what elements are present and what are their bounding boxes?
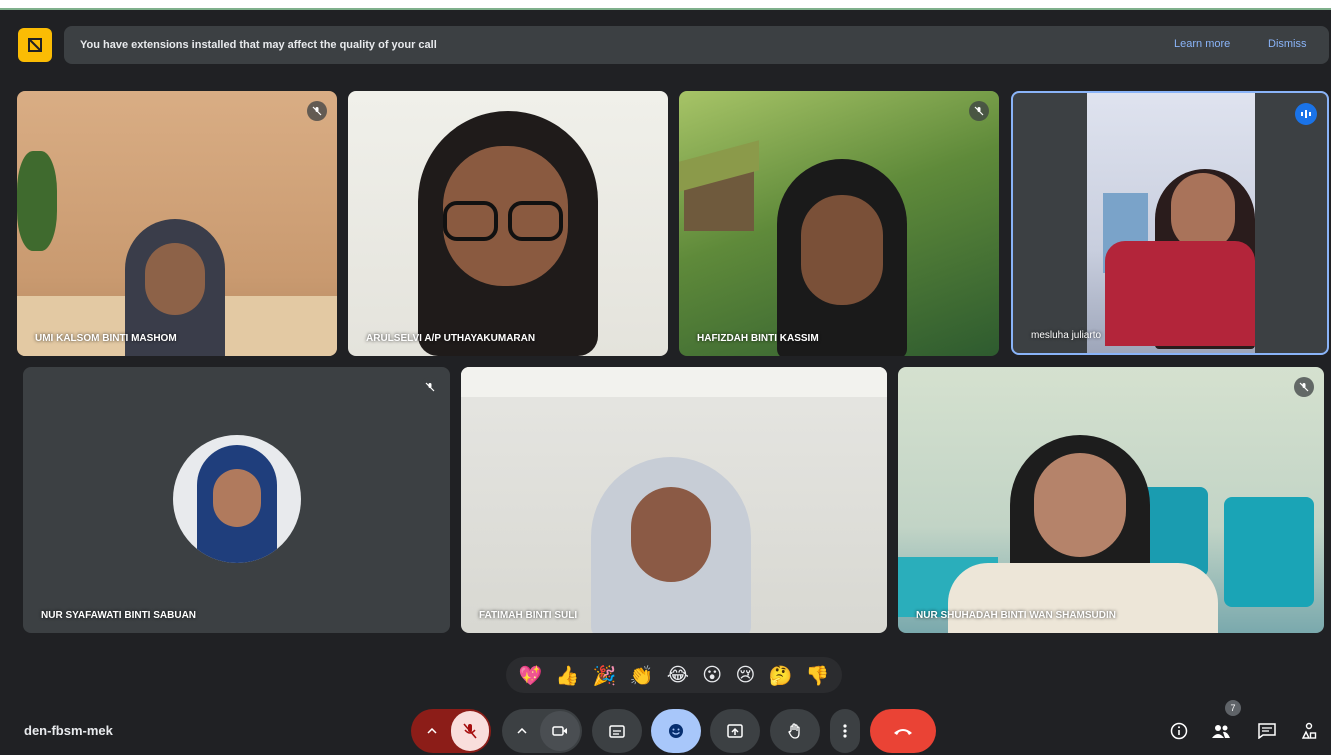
participant-tile[interactable]: NUR SYAFAWATI BINTI SABUAN: [23, 367, 450, 633]
banner-message: You have extensions installed that may a…: [80, 39, 437, 51]
avatar: [173, 435, 301, 563]
participant-tile[interactable]: NUR SHUHADAH BINTI WAN SHAMSUDIN: [898, 367, 1324, 633]
reaction-thinking[interactable]: 🤔: [769, 664, 793, 687]
hang-up-icon: [894, 729, 912, 735]
captions-button[interactable]: [592, 709, 642, 753]
video-options-chevron-icon[interactable]: [504, 728, 540, 734]
participant-name: NUR SHUHADAH BINTI WAN SHAMSUDIN: [916, 610, 1116, 621]
more-options-button[interactable]: [830, 709, 860, 753]
activities-icon: [1301, 722, 1317, 739]
mic-off-icon: [420, 377, 440, 397]
participant-tile[interactable]: HAFIZDAH BINTI KASSIM: [679, 91, 999, 356]
more-vert-icon: [843, 724, 847, 738]
participant-name: UMI KALSOM BINTI MASHOM: [35, 333, 177, 344]
activities-button[interactable]: [1296, 718, 1322, 744]
extension-warning-icon: [18, 28, 52, 62]
reaction-laugh[interactable]: 😂: [667, 664, 689, 686]
mic-off-icon: [969, 101, 989, 121]
chat-button[interactable]: [1254, 718, 1280, 744]
hand-icon: [788, 723, 800, 739]
mic-off-icon: [463, 723, 477, 739]
extension-banner: You have extensions installed that may a…: [64, 26, 1329, 64]
browser-top-accent: [0, 8, 1331, 10]
chat-icon: [1258, 723, 1276, 739]
people-button[interactable]: [1208, 718, 1234, 744]
leave-call-button[interactable]: [870, 709, 936, 753]
learn-more-link[interactable]: Learn more: [1174, 38, 1230, 50]
participant-count-badge: 7: [1225, 700, 1241, 716]
present-screen-button[interactable]: [710, 709, 760, 753]
raise-hand-button[interactable]: [770, 709, 820, 753]
reaction-thumbs-up[interactable]: 👍: [556, 664, 580, 687]
camera-icon: [552, 726, 567, 736]
captions-icon: [609, 724, 625, 738]
camera-button[interactable]: [540, 711, 580, 751]
people-icon: [1212, 725, 1230, 738]
participant-tile[interactable]: FATIMAH BINTI SULI: [461, 367, 887, 633]
participant-name: ARULSELVI A/P UTHAYAKUMARAN: [366, 333, 536, 344]
meeting-details-button[interactable]: [1166, 718, 1192, 744]
participant-name: FATIMAH BINTI SULI: [479, 610, 578, 621]
reaction-surprised[interactable]: 😮: [702, 664, 722, 686]
reaction-sad[interactable]: 😢: [735, 664, 755, 686]
participant-tile-active-speaker[interactable]: mesluha juliarto: [1011, 91, 1329, 355]
present-icon: [727, 724, 743, 738]
info-icon: [1170, 722, 1188, 740]
reaction-clap[interactable]: 👏: [630, 664, 654, 687]
mic-off-button[interactable]: [451, 711, 489, 751]
participant-name: NUR SYAFAWATI BINTI SABUAN: [41, 610, 197, 621]
reaction-party[interactable]: 🎉: [593, 664, 617, 687]
mic-off-icon: [307, 101, 327, 121]
mic-off-icon: [1294, 377, 1314, 397]
browser-top-edge: [0, 0, 1331, 8]
emoji-reactions-button[interactable]: [651, 709, 701, 753]
reaction-thumbs-down[interactable]: 👎: [806, 664, 830, 687]
mic-control-group: [411, 709, 491, 753]
reaction-heart[interactable]: 💖: [519, 664, 543, 687]
participant-name: HAFIZDAH BINTI KASSIM: [697, 333, 819, 344]
speaking-indicator-icon: [1295, 103, 1317, 125]
emoji-icon: [669, 724, 683, 738]
participant-tile[interactable]: ARULSELVI A/P UTHAYAKUMARAN: [348, 91, 668, 356]
reactions-bar: 💖 👍 🎉 👏 😂 😮 😢 🤔 👎: [506, 657, 842, 693]
dismiss-button[interactable]: Dismiss: [1268, 38, 1307, 50]
participant-tile[interactable]: UMI KALSOM BINTI MASHOM: [17, 91, 337, 356]
meeting-code: den-fbsm-mek: [24, 723, 113, 738]
camera-control-group: [502, 709, 582, 753]
audio-options-chevron-icon[interactable]: [413, 709, 451, 753]
participant-name: mesluha juliarto: [1031, 330, 1102, 341]
